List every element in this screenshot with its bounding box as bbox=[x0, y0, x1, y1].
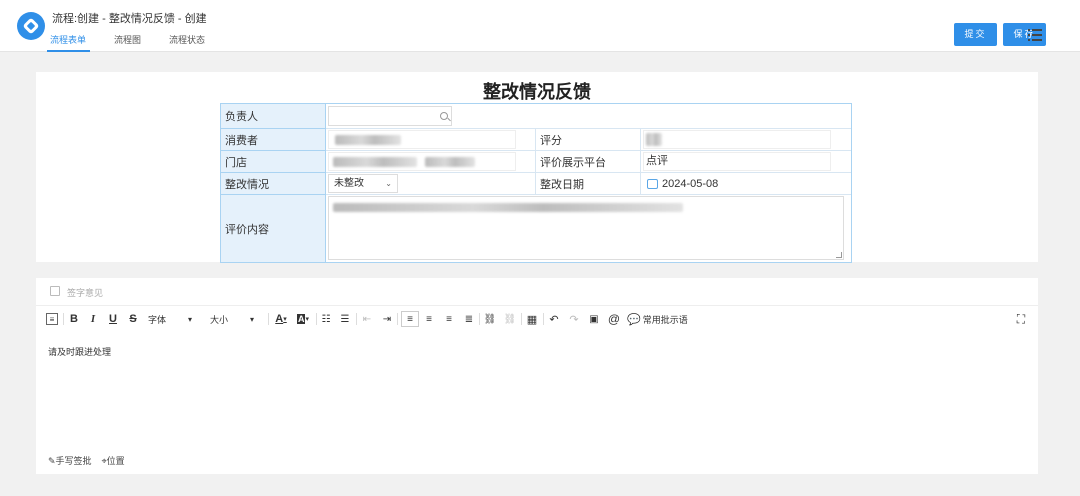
review-content-textarea[interactable] bbox=[328, 196, 844, 260]
unordered-list-icon[interactable]: ☰ bbox=[339, 311, 351, 327]
indent-icon[interactable]: ⇥ bbox=[381, 311, 393, 327]
label-content: 评价内容 bbox=[221, 195, 326, 262]
platform-cell: 点评 bbox=[641, 151, 851, 173]
form-table: 负责人 消费者 评分 门店 评价展示平台 点评 整改情况 未整改 ⌄ 整改日期 bbox=[220, 103, 852, 263]
tab-bar: 流程表单 流程图 流程状态 bbox=[46, 30, 233, 52]
sign-opinion-label: 签字意见 bbox=[67, 288, 104, 298]
content-redacted bbox=[333, 203, 683, 212]
font-family-select[interactable]: 字体 ▾ bbox=[148, 311, 198, 327]
rating-input[interactable] bbox=[643, 130, 831, 149]
handwriting-label: 手写签批 bbox=[55, 456, 92, 466]
location-link[interactable]: ⌖位置 bbox=[102, 454, 125, 467]
rating-redacted bbox=[646, 133, 662, 146]
unlink-icon[interactable]: ⛓ bbox=[503, 311, 517, 327]
label-consumer: 消费者 bbox=[221, 129, 326, 151]
table-icon[interactable]: ▦ bbox=[525, 311, 539, 327]
edit-icon bbox=[50, 286, 60, 296]
editor-toolbar: ≡ B I U S 字体 ▾ 大小 ▾ A ▾ A ▾ ☷ ☰ ⇤ ⇥ ≡ ≡ ≡ ≣ … bbox=[36, 307, 1038, 331]
list-menu-icon[interactable] bbox=[1028, 29, 1042, 41]
chevron-down-icon: ⌄ bbox=[385, 179, 392, 188]
window-title: 流程:创建 - 整改情况反馈 - 创建 bbox=[52, 13, 207, 25]
form-title: 整改情况反馈 bbox=[483, 82, 591, 102]
tab-form[interactable]: 流程表单 bbox=[46, 30, 91, 52]
owner-input[interactable] bbox=[328, 106, 452, 126]
font-family-label: 字体 bbox=[148, 314, 167, 325]
ordered-list-icon[interactable]: ☷ bbox=[320, 311, 332, 327]
consumer-input[interactable] bbox=[328, 130, 516, 149]
editor-content[interactable]: 请及时跟进处理 bbox=[48, 345, 111, 358]
store-redacted-1 bbox=[333, 157, 417, 167]
outdent-icon[interactable]: ⇤ bbox=[361, 311, 373, 327]
label-status: 整改情况 bbox=[221, 173, 326, 195]
header-bar: 流程:创建 - 整改情况反馈 - 创建 流程表单 流程图 流程状态 提交 保存 bbox=[0, 0, 1080, 52]
resize-handle-icon[interactable] bbox=[836, 252, 842, 258]
tab-flowchart[interactable]: 流程图 bbox=[114, 30, 141, 52]
align-right-icon[interactable]: ≡ bbox=[443, 311, 455, 327]
underline-icon[interactable]: U bbox=[106, 311, 120, 327]
pen-icon: ✎ bbox=[48, 456, 56, 466]
store-input[interactable] bbox=[328, 152, 516, 171]
label-store: 门店 bbox=[221, 151, 326, 173]
store-redacted-2 bbox=[425, 157, 475, 167]
status-cell: 未整改 ⌄ bbox=[326, 173, 536, 195]
align-justify-icon[interactable]: ≣ bbox=[463, 311, 475, 327]
undo-icon[interactable]: ↶ bbox=[547, 311, 561, 327]
image-icon[interactable]: ▣ bbox=[587, 311, 601, 327]
editor-footer: ✎手写签批 ⌖位置 bbox=[48, 454, 125, 467]
store-cell bbox=[326, 151, 536, 173]
mention-icon[interactable]: @ bbox=[607, 311, 621, 327]
align-center-icon[interactable]: ≡ bbox=[423, 311, 435, 327]
strikethrough-icon[interactable]: S bbox=[126, 311, 140, 327]
handwriting-sign-link[interactable]: ✎手写签批 bbox=[48, 454, 92, 467]
chevron-down-icon: ▾ bbox=[250, 314, 255, 324]
consumer-redacted bbox=[335, 135, 401, 145]
font-size-select[interactable]: 大小 ▾ bbox=[210, 311, 260, 327]
source-icon[interactable]: ≡ bbox=[46, 313, 58, 325]
speech-bubble-icon: 💬 bbox=[627, 313, 641, 326]
search-icon[interactable] bbox=[440, 112, 448, 120]
chevron-down-icon: ▾ bbox=[188, 314, 193, 324]
label-platform: 评价展示平台 bbox=[536, 151, 641, 173]
app-logo-icon bbox=[17, 12, 45, 40]
submit-button[interactable]: 提交 bbox=[954, 23, 997, 46]
label-owner: 负责人 bbox=[221, 104, 326, 129]
status-value: 未整改 bbox=[334, 178, 364, 189]
bold-icon[interactable]: B bbox=[67, 311, 81, 327]
tab-status[interactable]: 流程状态 bbox=[169, 30, 205, 52]
content-cell bbox=[326, 195, 851, 262]
font-size-label: 大小 bbox=[210, 314, 229, 325]
align-left-icon[interactable]: ≡ bbox=[401, 311, 419, 327]
label-date: 整改日期 bbox=[536, 173, 641, 195]
label-rating: 评分 bbox=[536, 129, 641, 151]
common-phrases-label: 常用批示语 bbox=[642, 314, 688, 325]
calendar-icon[interactable] bbox=[647, 178, 658, 189]
status-select[interactable]: 未整改 ⌄ bbox=[328, 174, 398, 193]
location-label: 位置 bbox=[106, 456, 125, 466]
font-color-icon[interactable]: A ▾ bbox=[272, 311, 290, 327]
date-value: 2024-05-08 bbox=[662, 177, 719, 190]
highlight-color-icon[interactable]: A ▾ bbox=[294, 311, 312, 327]
italic-icon[interactable]: I bbox=[86, 311, 100, 327]
owner-cell bbox=[326, 104, 851, 129]
consumer-cell bbox=[326, 129, 536, 151]
fullscreen-icon[interactable]: ⛶ bbox=[1014, 311, 1028, 327]
date-cell[interactable]: 2024-05-08 bbox=[641, 173, 851, 195]
redo-icon[interactable]: ↷ bbox=[567, 311, 581, 327]
link-icon[interactable]: ⛓ bbox=[483, 311, 497, 327]
common-phrases-button[interactable]: 💬 常用批示语 bbox=[627, 311, 689, 327]
rating-cell bbox=[641, 129, 851, 151]
opinion-editor: 签字意见 ≡ B I U S 字体 ▾ 大小 ▾ A ▾ A ▾ ☷ ☰ ⇤ ⇥ ≡ ≡… bbox=[36, 278, 1038, 474]
platform-input[interactable]: 点评 bbox=[643, 152, 831, 171]
sign-opinion-bar: 签字意见 bbox=[36, 278, 1038, 306]
